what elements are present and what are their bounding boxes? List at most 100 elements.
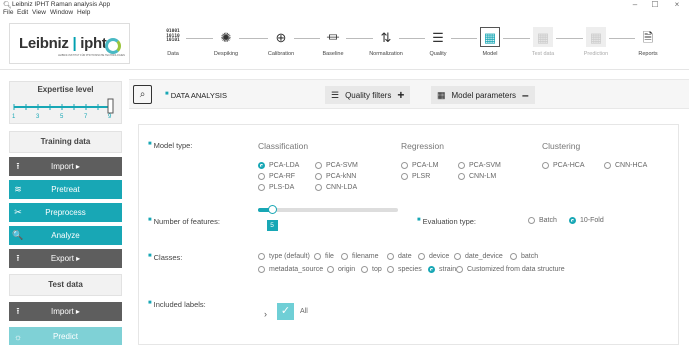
workflow-step-prediction[interactable]: ▦ Prediction (576, 26, 616, 62)
class-option-customized-from-data-structure[interactable]: Customized from data structure (456, 266, 565, 273)
quality-filters-button[interactable]: ☰ Quality filters + (325, 86, 411, 104)
class-option-strain[interactable]: strain (428, 266, 456, 273)
radio-label: PCA-LM (412, 162, 439, 169)
workflow-step-data[interactable]: 01001 10110 10101 Data (153, 26, 193, 62)
class-option-origin[interactable]: origin (327, 266, 355, 273)
radio-unselected-icon (528, 217, 535, 224)
model-option-pca-hca[interactable]: PCA-HCA (542, 162, 585, 169)
class-option-metadata-source[interactable]: metadata_source (258, 266, 323, 273)
minimize-button[interactable]: – (628, 0, 642, 9)
chevron-right-icon[interactable]: › (264, 309, 267, 319)
model-option-pca-knn[interactable]: PCA-kNN (315, 173, 356, 180)
radio-label: file (325, 253, 334, 260)
model-parameters-label: Model parameters (451, 90, 516, 100)
model-option-cnn-hca[interactable]: CNN-HCA (604, 162, 647, 169)
radio-unselected-icon (258, 266, 265, 273)
menu-window[interactable]: Window (50, 9, 73, 16)
preprocess-icon: ✂ (14, 207, 22, 217)
model-option-pca-rf[interactable]: PCA-RF (258, 173, 295, 180)
class-option-date-device[interactable]: date_device (454, 253, 503, 260)
radio-unselected-icon (458, 173, 465, 180)
workflow-step-label: Calibration (267, 51, 295, 57)
workflow-step-reports[interactable]: 🗎 Reports (628, 26, 668, 62)
training-pretreat-button[interactable]: ≋ Pretreat (9, 180, 122, 199)
predict-sun-icon: ☼ (13, 331, 23, 342)
model-group-clustering: Clustering (542, 141, 581, 151)
num-features-slider[interactable] (258, 208, 398, 212)
all-labels-checkbox[interactable]: ✓ (277, 303, 294, 320)
menu-edit[interactable]: Edit (17, 9, 28, 16)
training-import-button[interactable]: ⭱ Import ▸ (9, 157, 122, 176)
workflow-step-normalization[interactable]: ⇅ Normalization (366, 26, 406, 62)
radio-label: origin (338, 266, 356, 273)
model-type-label: Model type: (153, 141, 193, 150)
test-import-button[interactable]: ⭱ Import ▸ (9, 302, 122, 321)
class-option-date[interactable]: date (387, 253, 412, 260)
maximize-button[interactable]: ☐ (648, 0, 662, 9)
workflow-step-label: Model (482, 51, 498, 57)
radio-unselected-icon (401, 162, 408, 169)
radio-label: top (372, 266, 382, 273)
evaluation-option-batch[interactable]: Batch (528, 217, 557, 224)
expertise-panel: Expertise level 1 3 5 7 9 (9, 81, 122, 124)
class-option-type-default-[interactable]: type (default) (258, 253, 310, 260)
class-option-device[interactable]: device (418, 253, 449, 260)
model-option-pca-svm[interactable]: PCA-SVM (315, 162, 358, 169)
workflow-step-label: Test data (531, 51, 555, 57)
class-option-filename[interactable]: filename (341, 253, 378, 260)
radio-label: batch (521, 253, 539, 260)
model-option-pca-lm[interactable]: PCA-LM (401, 162, 438, 169)
radio-unselected-icon (327, 266, 334, 273)
sidebar-button-label: Preprocess (45, 208, 86, 217)
workflow-step-model[interactable]: ▦ Model (470, 26, 510, 62)
radio-label: PLS-DA (269, 184, 295, 191)
test-data-title: Test data (48, 280, 83, 289)
class-option-batch[interactable]: batch (510, 253, 538, 260)
test-predict-button[interactable]: ☼ Predict (9, 327, 122, 345)
radio-label: PCA-LDA (269, 162, 300, 169)
radio-unselected-icon (341, 253, 348, 260)
class-option-species[interactable]: species (387, 266, 422, 273)
radio-label: PCA-SVM (326, 162, 358, 169)
model-option-cnn-lda[interactable]: CNN-LDA (315, 184, 357, 191)
sliders-icon: ☰ (331, 89, 340, 100)
training-analyze-button[interactable]: 🔍 Analyze (9, 226, 122, 245)
left-sidebar: Expertise level 1 3 5 7 9 Training data ⭱ Imp… (0, 71, 128, 345)
radio-label: CNN-LDA (326, 184, 358, 191)
prediction-icon: ▦ (586, 27, 606, 47)
menu-view[interactable]: View (32, 9, 46, 16)
model-option-cnn-lm[interactable]: CNN-LM (458, 173, 496, 180)
training-preprocess-button[interactable]: ✂ Preprocess (9, 203, 122, 222)
workflow-step-baseline[interactable]: ⏛ Baseline (313, 26, 353, 62)
evaluation-option-10-fold[interactable]: 10-Fold (569, 217, 604, 224)
radio-label: type (default) (269, 253, 310, 260)
model-parameters-button[interactable]: ▦ Model parameters – (431, 86, 535, 104)
training-export-button[interactable]: ⭱ Export ▸ (9, 249, 122, 268)
app-icon: 🔍︎ (3, 2, 12, 9)
class-option-top[interactable]: top (361, 266, 382, 273)
workflow-step-calibration[interactable]: ⊕ Calibration (261, 26, 301, 62)
expertise-slider-thumb[interactable] (107, 98, 114, 114)
model-option-pls-da[interactable]: PLS-DA (258, 184, 294, 191)
training-data-header: Training data (9, 131, 122, 153)
num-features-slider-thumb[interactable] (267, 205, 277, 214)
menu-help[interactable]: Help (77, 9, 90, 16)
workflow-step-test-data[interactable]: ▦ Test data (523, 26, 563, 62)
class-option-file[interactable]: file (314, 253, 334, 260)
sidebar-button-label: Predict (53, 332, 78, 341)
radio-selected-icon (258, 162, 265, 169)
radio-label: PCA-RF (269, 173, 296, 180)
model-option-plsr[interactable]: PLSR (401, 173, 430, 180)
close-button[interactable]: × (670, 0, 684, 9)
model-option-pca-svm[interactable]: PCA-SVM (458, 162, 501, 169)
pretreat-icon: ≋ (14, 184, 22, 194)
menu-file[interactable]: File (3, 9, 13, 16)
model-option-pca-lda[interactable]: PCA-LDA (258, 162, 299, 169)
logo-wordmark-left: Leibniz (19, 35, 69, 52)
data-analysis-search-icon[interactable]: ⌕ (133, 85, 152, 104)
workflow-step-quality[interactable]: ☰ Quality (418, 26, 458, 62)
model-parameters-form: ■ Model type: Classification PCA-LDA PCA-SV… (138, 124, 679, 345)
workflow-step-despiking[interactable]: ✺ Despiking (206, 26, 246, 62)
radio-label: CNN-HCA (615, 162, 648, 169)
baseline-icon: ⏛ (326, 29, 340, 45)
